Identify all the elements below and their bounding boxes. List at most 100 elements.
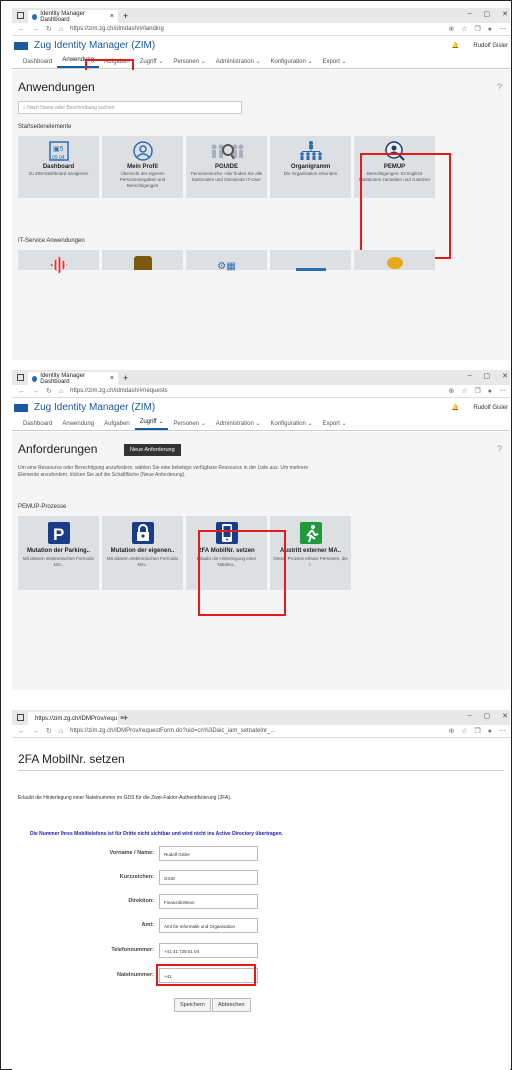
nav-konfiguration[interactable]: Konfiguration ⌄ [265,58,317,68]
forward-icon[interactable]: → [32,388,39,395]
nav-export[interactable]: Export ⌄ [318,58,352,68]
url-field[interactable]: https://zim.zg.ch/idmdash/#/landing [70,26,441,32]
nav-aufgaben[interactable]: Aufgaben [99,421,135,430]
more-icon[interactable]: ⋯ [499,727,506,735]
zoom-icon[interactable]: ⊕ [448,25,454,33]
tab-actions-icon[interactable] [17,12,24,19]
search-input[interactable]: ⌕ Nach Name oder Beschreibung suchen [18,101,242,114]
new-request-button[interactable]: Neue Anforderung [124,444,181,456]
home-icon[interactable]: ⌂ [59,26,63,33]
tab-actions-icon[interactable] [17,374,24,381]
nav-export[interactable]: Export ⌄ [318,420,352,430]
close-window-icon[interactable]: ✕ [502,712,508,720]
save-button[interactable]: Speichern [174,998,211,1012]
tile-it-service-1[interactable] [18,250,99,274]
tile-mutation-parking[interactable]: P Mutation der Parking.. Mit diesem elek… [18,516,99,590]
collections-icon[interactable]: ❐ [474,727,480,735]
bell-icon[interactable]: 🔔 [452,42,459,49]
close-tab-icon[interactable]: × [110,375,114,382]
zoom-icon[interactable]: ⊕ [448,387,454,395]
close-window-icon[interactable]: ✕ [502,372,508,380]
field-label: Amt: [141,922,154,928]
field-row-natel: Natelnummer: +41 [12,968,510,984]
back-icon[interactable]: ← [18,388,25,395]
nav-zugriff[interactable]: Zugriff ⌄ [135,58,169,68]
maximize-icon[interactable]: ▢ [484,712,491,720]
tile-mein-profil[interactable]: Mein Profil Übersicht der eigenen Person… [102,136,183,198]
page-heading: Anwendungen [18,80,95,94]
collections-icon[interactable]: ❐ [474,387,480,395]
browser-tab[interactable]: Identity Manager Dashboard × [28,10,118,23]
reload-icon[interactable]: ↻ [46,727,52,735]
nav-personen[interactable]: Personen ⌄ [168,420,210,430]
favorite-icon[interactable]: ☆ [461,387,467,395]
home-icon[interactable]: ⌂ [59,388,63,395]
kurzzeichen-field[interactable]: GIUD [159,870,258,885]
tile-it-service-5[interactable] [354,250,435,270]
more-icon[interactable]: ⋯ [499,25,506,33]
tile-dashboard[interactable]: ▣5 09 04 Dashboard Zu ZIM-Dashboard navig… [18,136,99,198]
minimize-icon[interactable]: – [468,10,472,18]
tile-organigramm[interactable]: Organigramm Die Organisation erkunden [270,136,351,198]
maximize-icon[interactable]: ▢ [484,372,491,380]
tile-it-service-4[interactable] [270,250,351,271]
tile-pguide[interactable]: PGUIDE Personensuche: Hier finden Sie al… [186,136,267,198]
new-tab-icon[interactable]: + [123,713,128,723]
back-icon[interactable]: ← [18,728,25,735]
tile-it-service-2[interactable] [102,250,183,270]
new-tab-icon[interactable]: + [123,373,128,383]
nav-dashboard[interactable]: Dashboard [18,421,57,430]
new-tab-icon[interactable]: + [123,11,128,21]
cancel-button[interactable]: Abbrechen [212,998,251,1012]
nav-administration[interactable]: Administration ⌄ [211,58,266,68]
tile-it-service-3[interactable]: ⚙▦ [186,250,267,272]
minimize-icon[interactable]: – [468,712,472,720]
direktion-field[interactable]: Finanzdirektion [159,894,258,909]
close-window-icon[interactable]: ✕ [502,10,508,18]
back-icon[interactable]: ← [18,26,25,33]
reload-icon[interactable]: ↻ [46,387,52,395]
user-menu[interactable]: Rudolf Gisler [473,43,508,49]
minimize-icon[interactable]: – [468,372,472,380]
browser-tab[interactable]: Identity Manager Dashboard × [28,372,118,385]
nav-dashboard[interactable]: Dashboard [18,59,57,68]
profile-icon[interactable]: ● [488,26,492,33]
tile-mutation-eigenen[interactable]: Mutation der eigenen.. Mit diesem elektr… [102,516,183,590]
url-field[interactable]: https://zim.zg.ch/IDMProv/requestForm.do… [70,728,441,734]
favorite-icon[interactable]: ☆ [461,727,467,735]
bell-icon[interactable]: 🔔 [452,404,459,411]
reload-icon[interactable]: ↻ [46,25,52,33]
nav-anwendung[interactable]: Anwendung [57,421,99,430]
favorite-icon[interactable]: ☆ [461,25,467,33]
process-tiles: P Mutation der Parking.. Mit diesem elek… [18,516,351,590]
address-bar: ← → ↻ ⌂ https://zim.zg.ch/idmdash/#/requ… [12,385,510,398]
nav-konfiguration[interactable]: Konfiguration ⌄ [265,420,317,430]
url-field[interactable]: https://zim.zg.ch/idmdash/#/requests [70,388,441,394]
telefon-field[interactable]: +41 41 728 51 04 [159,943,258,958]
browser-tab[interactable]: https://zim.zg.ch/IDMProv/requ × [28,712,124,725]
home-icon[interactable]: ⌂ [59,728,63,735]
forward-icon[interactable]: → [32,26,39,33]
close-tab-icon[interactable]: × [110,13,114,20]
nav-administration[interactable]: Administration ⌄ [211,420,266,430]
nav-zugriff[interactable]: Zugriff ⌄ [134,418,169,430]
profile-icon[interactable]: ● [488,388,492,395]
nav-personen[interactable]: Personen ⌄ [168,58,210,68]
collections-icon[interactable]: ❐ [474,25,480,33]
tab-actions-icon[interactable] [17,714,24,721]
nav-zugriff-label: Zugriff [139,419,157,425]
forward-icon[interactable]: → [32,728,39,735]
tile-desc: Die Organisation erkunden [283,171,338,176]
name-field[interactable]: Rudolf Gisler [159,846,258,861]
amt-field[interactable]: Amt für Informatik und Organisation [159,918,258,933]
profile-icon[interactable]: ● [488,728,492,735]
screenshot-landing: Identity Manager Dashboard × + – ▢ ✕ ← →… [12,8,510,360]
zoom-icon[interactable]: ⊕ [448,727,454,735]
more-icon[interactable]: ⋯ [499,387,506,395]
help-icon[interactable]: ? [497,82,502,92]
maximize-icon[interactable]: ▢ [484,10,491,18]
help-icon[interactable]: ? [497,444,502,454]
user-menu[interactable]: Rudolf Gisler [473,405,508,411]
it-service-tiles: ⚙▦ [18,250,435,274]
svg-text:P: P [53,525,64,544]
